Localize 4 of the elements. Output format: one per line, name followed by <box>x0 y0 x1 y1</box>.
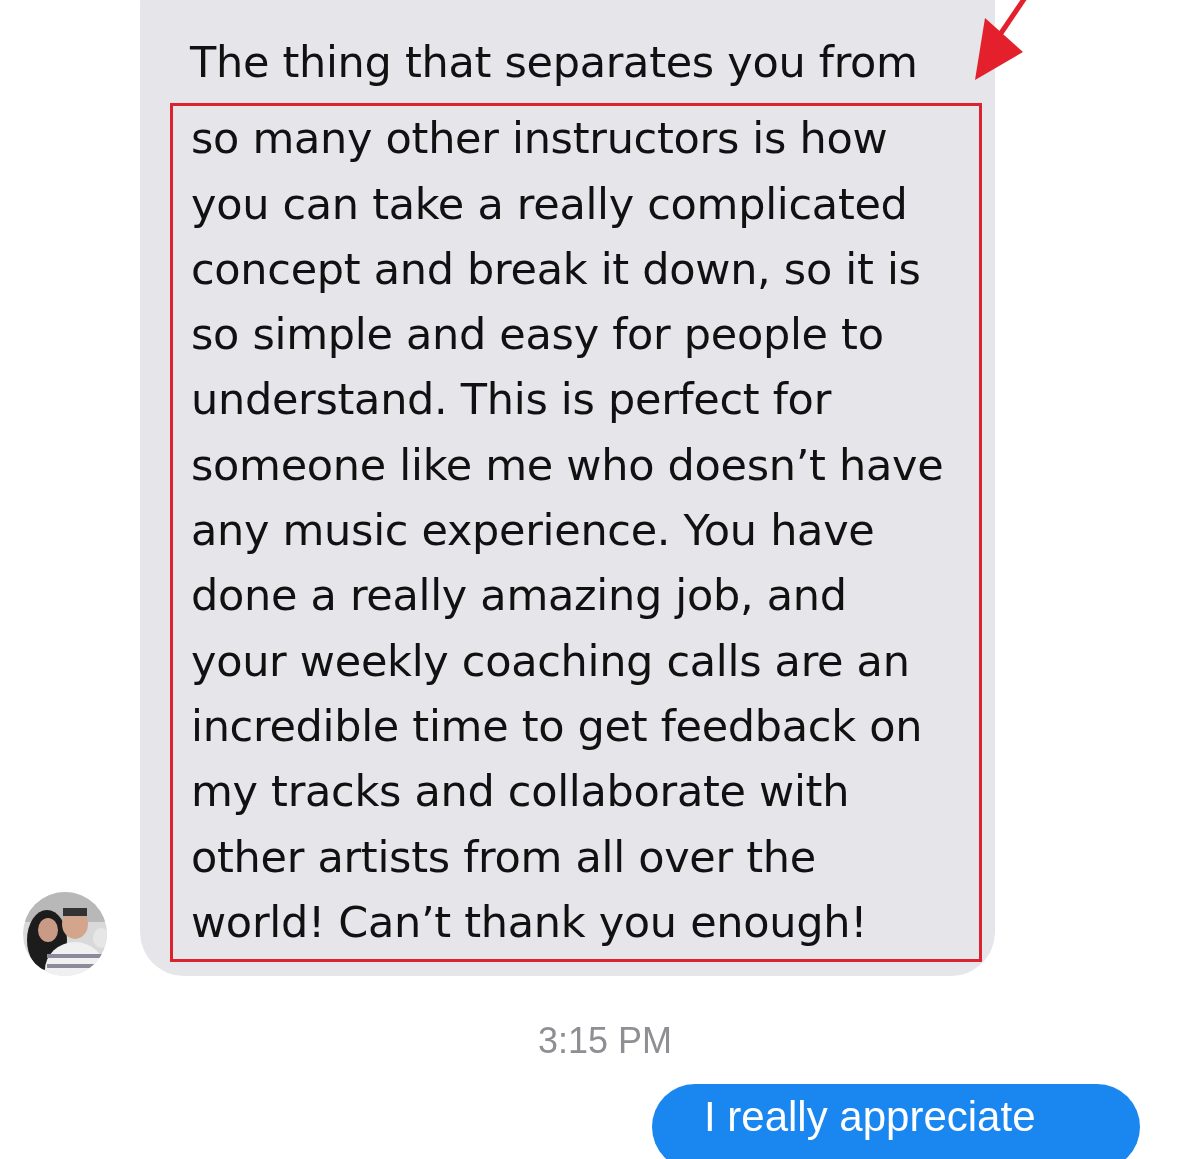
message-text: The thing that separates you from <box>189 36 919 89</box>
message-text: I really appreciate <box>704 1093 1036 1141</box>
message-text: so many other instructors is how you can take a really complicated concept and break it down, so it is so simple and easy for people to understand. This is perfect for someone like me who doesn’t have any music experience. You have done a really amazing job, and your weekly coaching calls are an incredible time to get feedback on my tracks and collaborate with other artists from all over the world! Can’t thank you enough! <box>191 112 945 949</box>
timestamp: 3:15 PM <box>536 1020 674 1063</box>
